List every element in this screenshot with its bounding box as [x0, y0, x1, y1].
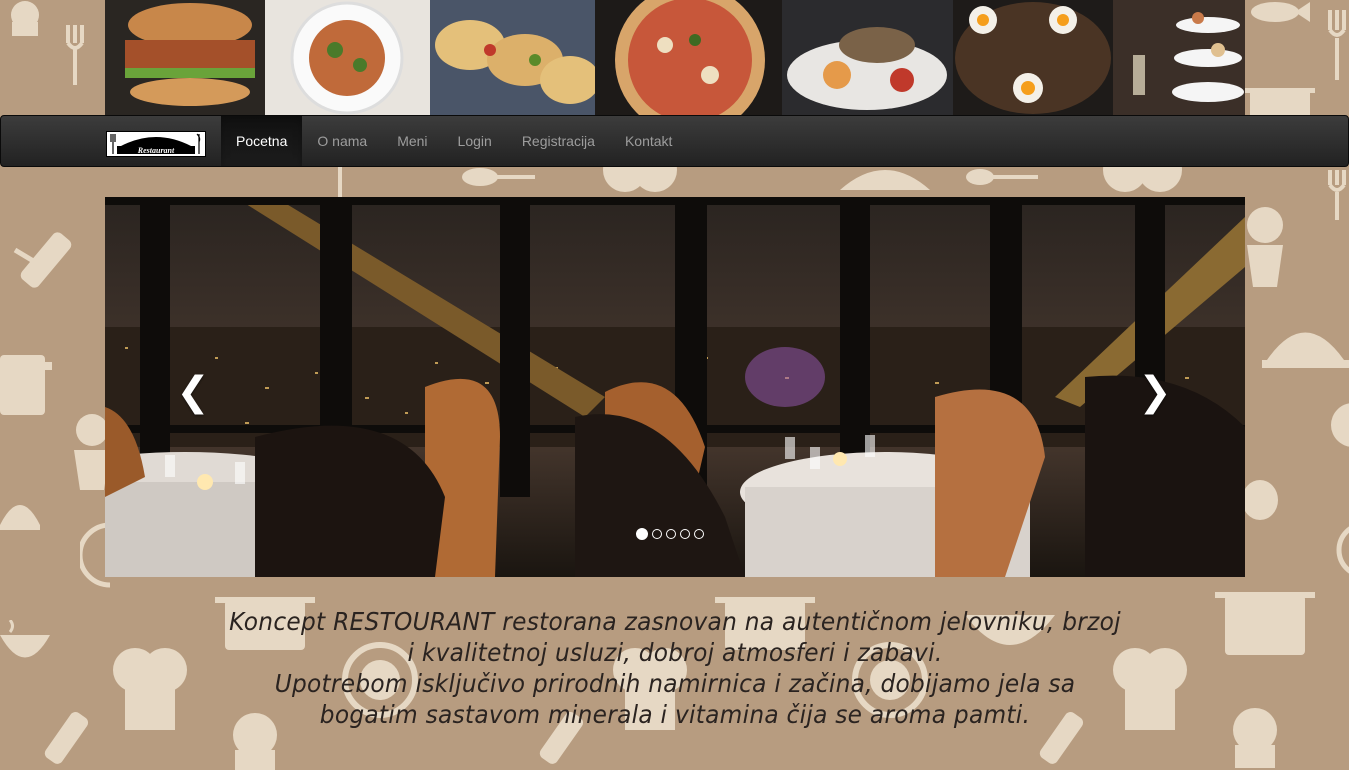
carousel-indicators — [636, 528, 704, 540]
cloche-icon — [0, 505, 40, 530]
brand-logo[interactable]: Restaurant — [106, 131, 206, 157]
spoon-icon — [966, 169, 1038, 185]
tacos-photo — [430, 0, 595, 115]
bowl-icon — [0, 620, 50, 658]
nav-item-meni[interactable]: Meni — [382, 116, 442, 166]
burger-photo — [105, 0, 265, 115]
carousel-indicator-2[interactable] — [652, 529, 662, 539]
spaghetti-photo — [265, 0, 430, 115]
intro-paragraph-1: Koncept RESTOURANT restorana zasnovan na… — [229, 607, 1121, 667]
header-food-banner — [105, 0, 1245, 115]
wine-bottle-icon — [44, 712, 89, 764]
image-carousel: ❮ ❯ — [105, 197, 1245, 577]
nav-item-registracija[interactable]: Registracija — [507, 116, 610, 166]
carousel-prev-button[interactable]: ❮ — [173, 367, 213, 417]
cloche-icon — [1262, 332, 1349, 368]
pizza-photo — [595, 0, 782, 115]
restaurant-view-slide — [105, 197, 1245, 577]
main-navbar: Restaurant Pocetna O nama Meni Login Reg… — [0, 115, 1349, 167]
nav-item-login[interactable]: Login — [443, 116, 507, 166]
brand-text: Restaurant — [137, 146, 175, 155]
nav-item-o-nama[interactable]: O nama — [302, 116, 382, 166]
wine-bottle-icon — [13, 232, 72, 288]
fish-icon — [1251, 2, 1310, 22]
chef-hat-icon — [11, 1, 39, 36]
spoon-icon — [338, 165, 342, 197]
fork-icon — [1328, 10, 1346, 80]
chef-hat-icon — [113, 648, 187, 730]
chevron-left-icon: ❮ — [176, 369, 210, 415]
intro-paragraph-2: Upotrebom isključivo prirodnih namirnica… — [274, 669, 1076, 729]
chef-hat-icon — [1103, 165, 1182, 192]
chef-hat-icon — [603, 165, 677, 192]
pot-icon — [1215, 592, 1315, 655]
fork-icon — [1328, 170, 1346, 220]
carousel-indicator-4[interactable] — [680, 529, 690, 539]
chevron-right-icon: ❯ — [1138, 369, 1172, 415]
plate-icon — [1331, 403, 1349, 447]
pot-icon — [0, 355, 52, 415]
nav-item-kontakt[interactable]: Kontakt — [610, 116, 687, 166]
fork-icon — [66, 25, 84, 85]
plate-icon — [1336, 526, 1349, 574]
nav-item-pocetna[interactable]: Pocetna — [221, 116, 303, 166]
grilled-fish-photo — [782, 0, 953, 115]
carousel-indicator-5[interactable] — [694, 529, 704, 539]
fish-icon — [1245, 480, 1278, 520]
cupcake-icon — [1233, 708, 1277, 768]
spoon-icon — [462, 168, 535, 186]
cupcake-icon — [1247, 207, 1283, 287]
pot-icon — [1245, 88, 1315, 115]
carousel-indicator-1[interactable] — [636, 528, 648, 540]
dessert-tower-photo — [1113, 0, 1245, 115]
cloche-icon — [840, 170, 930, 190]
eggs-skillet-photo — [953, 0, 1113, 115]
carousel-indicator-3[interactable] — [666, 529, 676, 539]
carousel-next-button[interactable]: ❯ — [1135, 367, 1175, 417]
intro-text: Koncept RESTOURANT restorana zasnovan na… — [224, 606, 1126, 730]
